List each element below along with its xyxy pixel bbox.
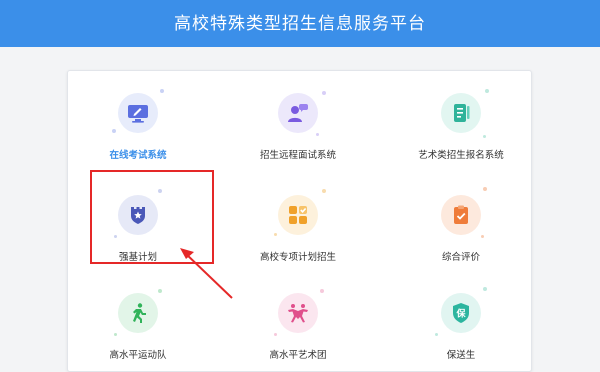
tile-label: 高水平运动队 — [109, 350, 167, 361]
clipboard-check-icon — [441, 195, 481, 235]
service-panel: 在线考试系统 招生远程面试系统 艺术类招生报名系统 强基计划 高校专项计划招生 — [67, 70, 532, 372]
svg-text:保: 保 — [455, 308, 466, 320]
tile-label: 保送生 — [446, 350, 476, 361]
tile-sports-team[interactable]: 高水平运动队 — [68, 275, 208, 371]
tile-art-troupe[interactable]: 高水平艺术团 — [228, 275, 368, 371]
bao-badge-icon: 保 — [441, 293, 481, 333]
computer-pen-icon — [118, 93, 158, 133]
tile-recommended-admission[interactable]: 保 保送生 — [391, 275, 531, 371]
page-header: 高校特殊类型招生信息服务平台 — [0, 0, 600, 47]
tile-remote-interview[interactable]: 招生远程面试系统 — [228, 75, 368, 171]
tile-comprehensive-eval[interactable]: 综合评价 — [391, 177, 531, 273]
document-form-icon — [441, 93, 481, 133]
tile-label: 高校专项计划招生 — [259, 252, 336, 263]
tile-label: 强基计划 — [118, 252, 157, 263]
tile-label: 在线考试系统 — [109, 150, 167, 161]
tile-special-program[interactable]: 高校专项计划招生 — [228, 177, 368, 273]
tile-online-exam[interactable]: 在线考试系统 — [68, 75, 208, 171]
tile-strong-foundation[interactable]: 强基计划 — [68, 177, 208, 273]
tile-label: 高水平艺术团 — [269, 350, 327, 361]
tile-art-registration[interactable]: 艺术类招生报名系统 — [391, 75, 531, 171]
shield-star-icon — [118, 195, 158, 235]
grid-check-icon — [278, 195, 318, 235]
page-title: 高校特殊类型招生信息服务平台 — [174, 14, 426, 33]
tile-label: 艺术类招生报名系统 — [418, 150, 504, 161]
dancers-icon — [278, 293, 318, 333]
tile-label: 招生远程面试系统 — [259, 150, 336, 161]
runner-icon — [118, 293, 158, 333]
tile-label: 综合评价 — [441, 252, 480, 263]
interview-person-icon — [278, 93, 318, 133]
